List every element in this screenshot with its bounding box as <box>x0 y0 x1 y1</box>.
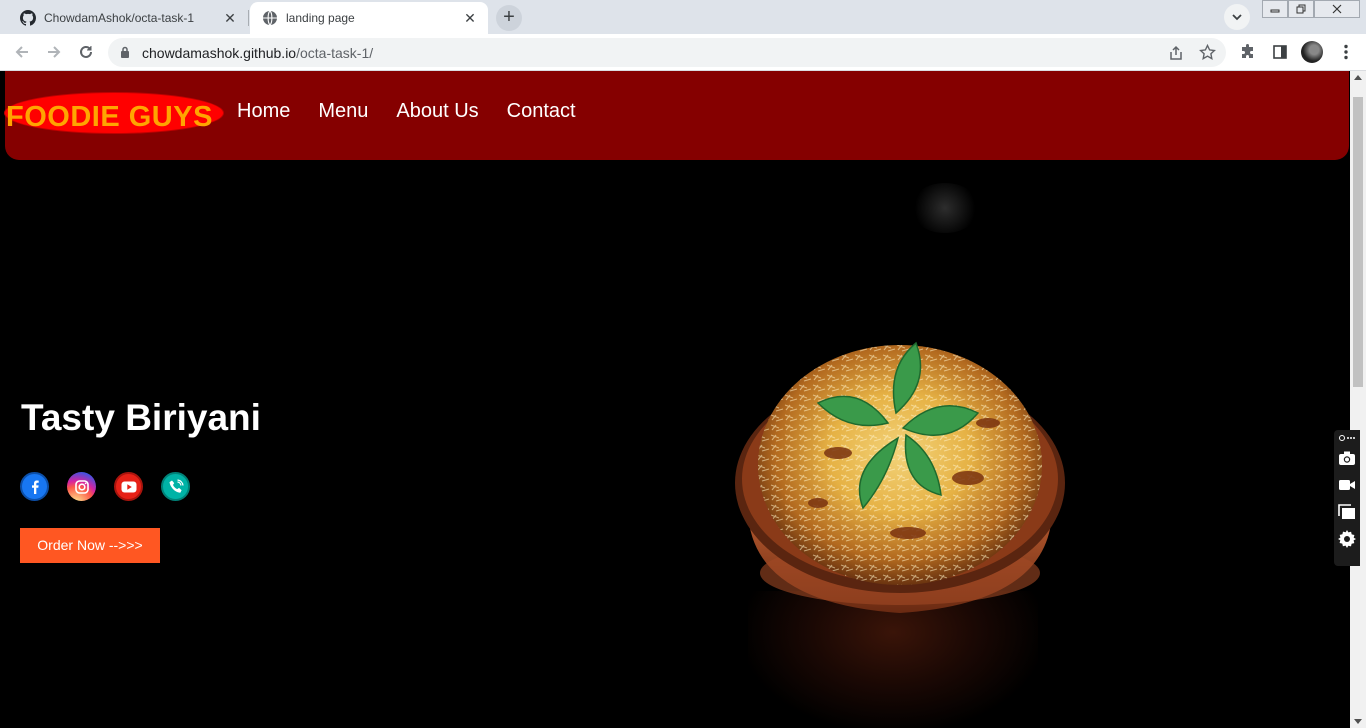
side-panel-button[interactable] <box>1270 42 1290 62</box>
forward-button[interactable] <box>44 42 64 62</box>
arrow-right-icon <box>48 46 61 58</box>
scrollbar-thumb[interactable] <box>1353 97 1363 387</box>
tab-separator <box>248 10 249 26</box>
camera-icon[interactable] <box>1337 448 1357 468</box>
restore-button[interactable] <box>1288 0 1314 18</box>
gear-icon[interactable] <box>1337 529 1357 549</box>
social-links <box>20 472 190 501</box>
back-button[interactable] <box>12 42 32 62</box>
globe-icon <box>263 10 277 26</box>
capture-extension-panel <box>1334 430 1360 566</box>
scroll-up-arrow-icon[interactable] <box>1354 75 1362 80</box>
github-icon <box>20 10 36 26</box>
tab-landing-page[interactable]: landing page ✕ <box>250 2 488 34</box>
instagram-icon[interactable] <box>67 472 96 501</box>
video-camera-icon[interactable] <box>1337 475 1357 495</box>
logo-text: FOODIE GUYS <box>6 101 213 133</box>
phone-icon[interactable] <box>161 472 190 501</box>
browser-toolbar: chowdamashok.github.io/octa-task-1/ <box>0 34 1366 71</box>
order-now-button[interactable]: Order Now -->>> <box>20 528 160 563</box>
tab-title: ChowdamAshok/octa-task-1 <box>44 11 195 25</box>
share-icon[interactable] <box>1168 45 1184 61</box>
window-capture-icon[interactable] <box>1337 502 1357 522</box>
reload-icon <box>80 45 92 58</box>
close-icon[interactable]: ✕ <box>462 10 478 26</box>
profile-avatar[interactable] <box>1301 41 1323 63</box>
kebab-menu-icon <box>1344 44 1348 60</box>
minimize-icon <box>1270 9 1280 13</box>
biryani-pot-image <box>735 341 1065 613</box>
url-path: /octa-task-1/ <box>296 45 374 61</box>
browser-tab-bar: ChowdamAshok/octa-task-1 ✕ landing page … <box>0 0 1366 34</box>
url-text: chowdamashok.github.io/octa-task-1/ <box>142 45 373 61</box>
reload-button[interactable] <box>76 42 96 62</box>
site-logo[interactable]: FOODIE GUYS <box>5 91 225 135</box>
extensions-button[interactable] <box>1238 42 1258 62</box>
tab-github[interactable]: ChowdamAshok/octa-task-1 ✕ <box>8 2 248 34</box>
nav-about-link[interactable]: About Us <box>396 100 478 123</box>
address-bar[interactable]: chowdamashok.github.io/octa-task-1/ <box>108 38 1226 67</box>
browser-menu-button[interactable] <box>1336 42 1356 62</box>
nav-menu-link[interactable]: Menu <box>318 100 368 123</box>
url-host: chowdamashok.github.io <box>142 45 297 61</box>
window-close-button[interactable] <box>1314 0 1360 18</box>
tab-search-button[interactable] <box>1224 4 1250 30</box>
page-viewport: FOODIE GUYS Home Menu About Us Contact T… <box>0 71 1350 728</box>
pin-icon[interactable] <box>1337 432 1357 444</box>
nav-links: Home Menu About Us Contact <box>237 100 576 123</box>
nav-contact-link[interactable]: Contact <box>507 100 576 123</box>
youtube-icon[interactable] <box>114 472 143 501</box>
page-scrollbar[interactable] <box>1350 71 1366 728</box>
hero-title: Tasty Biriyani <box>21 397 261 438</box>
minimize-button[interactable] <box>1262 0 1288 18</box>
lock-icon <box>121 46 129 58</box>
steam-decoration <box>910 183 980 233</box>
bookmark-star-icon[interactable] <box>1199 44 1216 61</box>
restore-icon <box>1296 4 1306 14</box>
arrow-left-icon <box>15 46 28 58</box>
site-navbar: FOODIE GUYS Home Menu About Us Contact <box>5 71 1349 160</box>
new-tab-button[interactable]: + <box>496 5 522 31</box>
tab-title: landing page <box>286 11 355 25</box>
nav-home-link[interactable]: Home <box>237 100 290 123</box>
facebook-icon[interactable] <box>20 472 49 501</box>
close-icon <box>1332 4 1342 14</box>
side-panel-icon <box>1273 45 1287 59</box>
puzzle-icon <box>1242 44 1253 58</box>
close-icon[interactable]: ✕ <box>222 10 238 26</box>
chevron-down-icon <box>1232 14 1242 21</box>
scroll-down-arrow-icon[interactable] <box>1354 719 1362 724</box>
